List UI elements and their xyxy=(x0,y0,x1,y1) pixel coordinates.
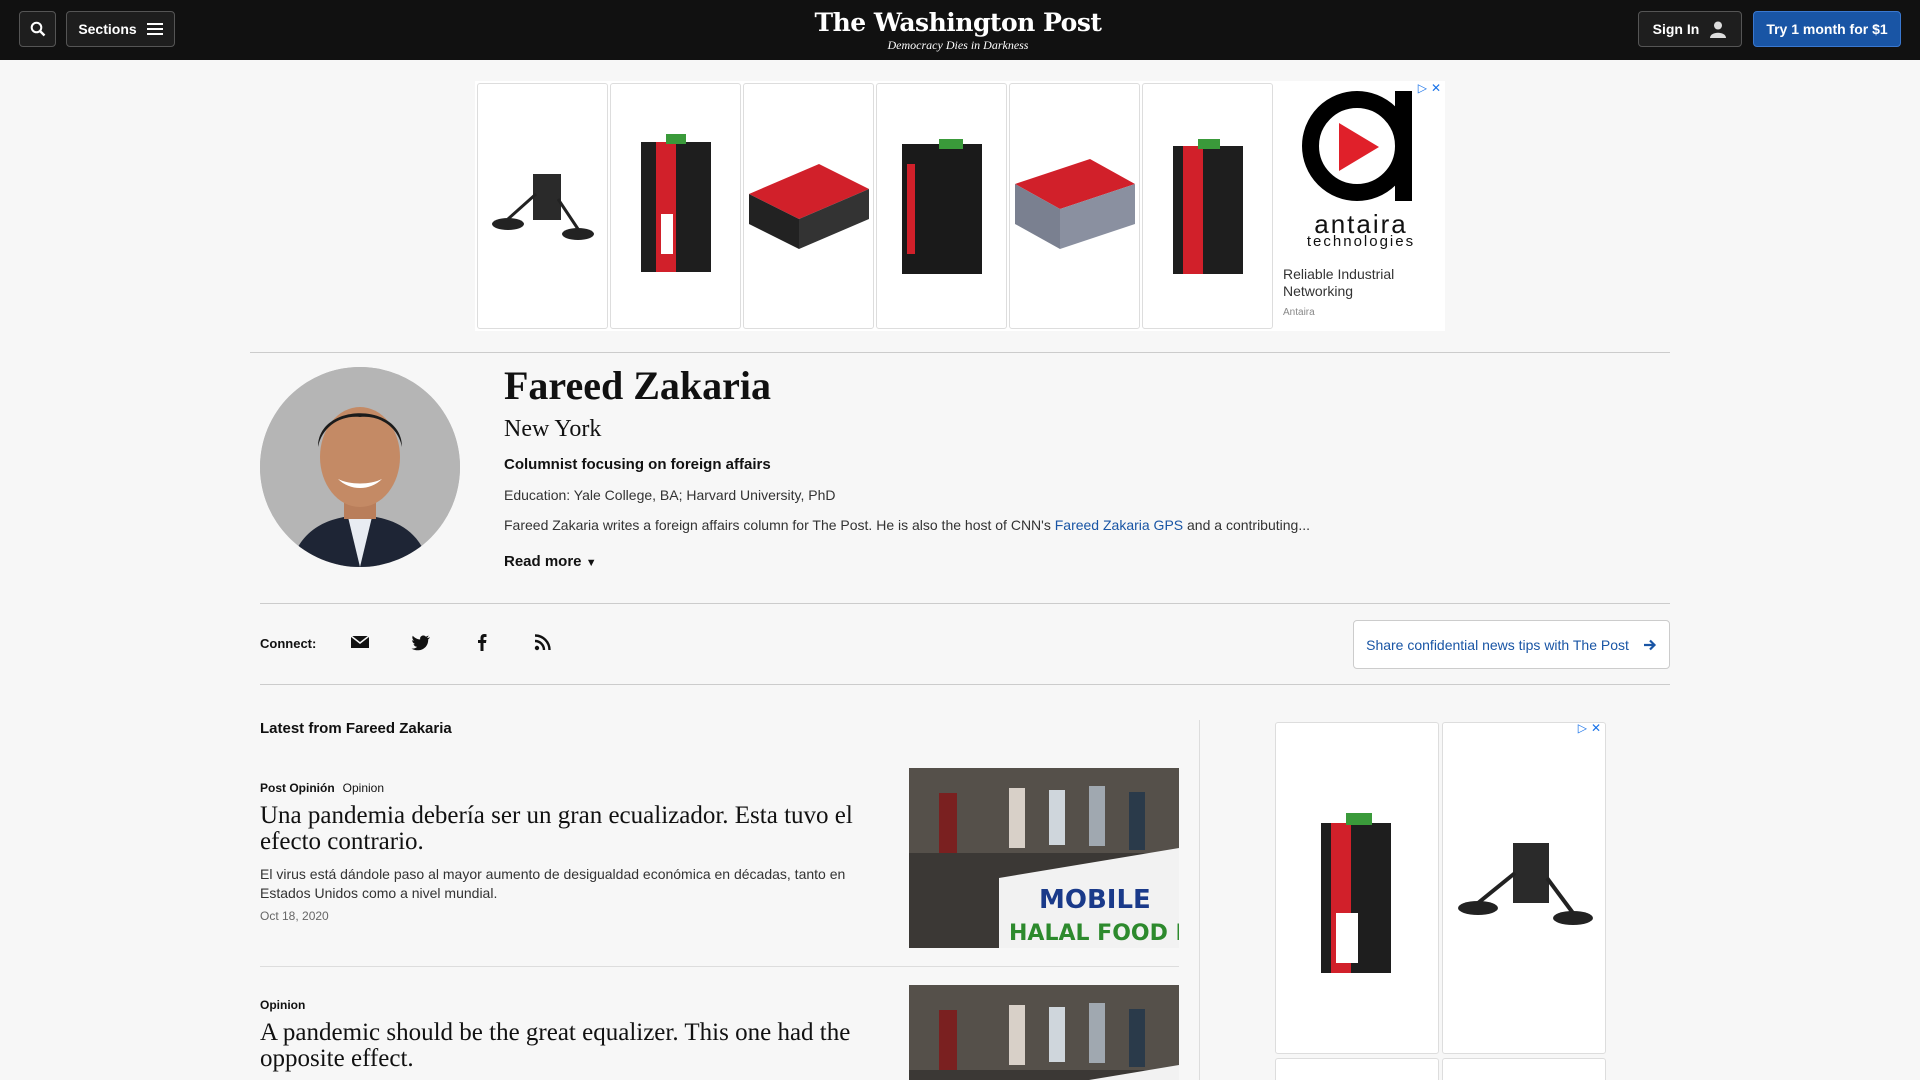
ad-brand-sub: technologies xyxy=(1306,233,1416,250)
twitter-icon[interactable] xyxy=(411,632,431,652)
ad-brand-panel[interactable]: antaira technologies Reliable Industrial… xyxy=(1277,81,1445,331)
article-thumbnail[interactable] xyxy=(909,985,1179,1080)
ad-product-tile[interactable] xyxy=(743,83,874,329)
hamburger-menu-icon xyxy=(146,23,163,35)
brand-tagline: Democracy Dies in Darkness xyxy=(887,38,1029,52)
divider xyxy=(260,684,1670,685)
article-kicker: Post Opinión Opinion xyxy=(260,781,384,795)
column-divider xyxy=(1199,720,1200,1080)
play-logo-icon xyxy=(1339,123,1379,171)
ad-product-tile[interactable] xyxy=(876,83,1007,329)
author-education: Education: Yale College, BA; Harvard Uni… xyxy=(504,487,836,503)
ad-choices-icon[interactable]: ▷ xyxy=(1418,81,1427,95)
kicker-section[interactable]: Opinion xyxy=(343,781,384,795)
connect-label: Connect: xyxy=(260,636,317,651)
ad-product-tile[interactable] xyxy=(1442,722,1606,1054)
ad-close-icon[interactable]: ✕ xyxy=(1591,721,1601,735)
ad-advertiser: Antaira xyxy=(1283,307,1315,318)
ad-close-icon[interactable]: ✕ xyxy=(1431,81,1441,95)
divider xyxy=(260,603,1670,604)
ad-product-tile[interactable] xyxy=(1009,83,1140,329)
article-blurb: El virus está dándole paso al mayor aume… xyxy=(260,866,846,901)
masthead-logo[interactable]: The Washington Post Democracy Dies in Da… xyxy=(808,8,1108,53)
kicker-brand[interactable]: Post Opinión xyxy=(260,781,335,795)
ad-product-tile[interactable] xyxy=(610,83,741,329)
author-role: Columnist focusing on foreign affairs xyxy=(504,456,771,473)
ad-product-tile[interactable] xyxy=(477,83,608,329)
ad-product-tile[interactable] xyxy=(1142,83,1273,329)
article-headline[interactable]: A pandemic should be the great equalizer… xyxy=(260,1020,900,1072)
sign-in-button[interactable]: Sign In xyxy=(1638,11,1742,47)
search-icon xyxy=(30,21,45,37)
ad-product-tile[interactable] xyxy=(1275,722,1439,1054)
brand-name: The Washington Post xyxy=(814,8,1102,37)
divider xyxy=(250,352,1670,353)
top-advertisement[interactable]: antaira technologies Reliable Industrial… xyxy=(475,81,1445,331)
sections-label: Sections xyxy=(78,21,137,37)
svg-text:MOBILE: MOBILE xyxy=(1039,885,1151,915)
article-thumbnail[interactable]: MOBILE HALAL FOOD PANTRY xyxy=(909,768,1179,948)
user-icon xyxy=(1710,21,1727,38)
svg-text:HALAL FOOD PANTRY: HALAL FOOD PANTRY xyxy=(1009,921,1179,946)
arrow-right-icon xyxy=(1643,639,1656,650)
article-date: Oct 18, 2020 xyxy=(260,909,329,923)
ad-headline: Reliable Industrial Networking xyxy=(1283,266,1395,299)
top-navigation-bar: Sections The Washington Post Democracy D… xyxy=(0,0,1920,60)
kicker-section[interactable]: Opinion xyxy=(260,998,305,1012)
search-button[interactable] xyxy=(19,11,56,47)
sign-in-label: Sign In xyxy=(1652,21,1700,37)
sections-button[interactable]: Sections xyxy=(66,11,175,47)
rss-icon[interactable] xyxy=(533,632,553,652)
article-kicker: Opinion xyxy=(260,998,313,1012)
gps-show-link[interactable]: Fareed Zakaria GPS xyxy=(1055,517,1183,533)
latest-heading: Latest from Fareed Zakaria xyxy=(260,720,452,737)
sidebar-advertisement[interactable]: ▷ ✕ xyxy=(1273,721,1607,1080)
facebook-icon[interactable] xyxy=(472,632,492,652)
article-headline[interactable]: Una pandemia debería ser un gran ecualiz… xyxy=(260,803,900,855)
divider xyxy=(260,966,1179,967)
author-bio: Fareed Zakaria writes a foreign affairs … xyxy=(504,517,1310,533)
author-city: New York xyxy=(504,416,602,442)
author-avatar xyxy=(260,367,460,567)
subscribe-button[interactable]: Try 1 month for $1 xyxy=(1753,11,1901,47)
read-more-button[interactable]: Read more ▼ xyxy=(504,553,597,570)
author-name: Fareed Zakaria xyxy=(504,363,772,408)
email-icon[interactable] xyxy=(350,632,370,652)
news-tips-button[interactable]: Share confidential news tips with The Po… xyxy=(1353,620,1670,669)
caret-down-icon: ▼ xyxy=(585,557,597,569)
ad-choices-icon[interactable]: ▷ xyxy=(1578,721,1587,735)
